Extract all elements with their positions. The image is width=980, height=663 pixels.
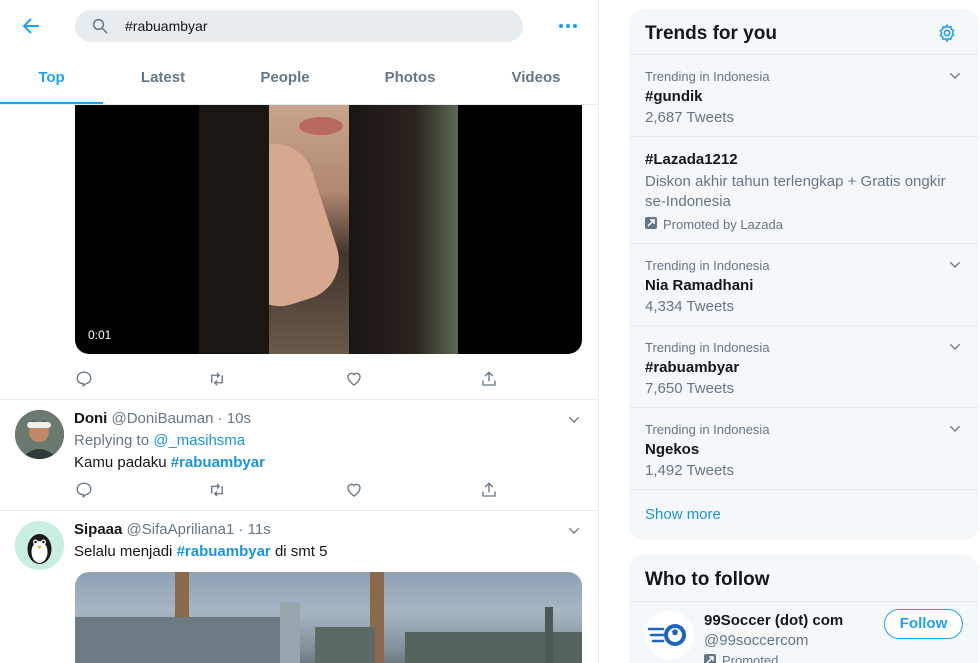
follow-divider — [629, 601, 979, 602]
chevron-down-icon[interactable] — [947, 68, 963, 84]
hashtag-link[interactable]: #rabuambyar — [171, 454, 265, 471]
show-more-link[interactable]: Show more — [645, 506, 721, 523]
tweet-divider — [0, 510, 598, 511]
author-name[interactable]: Sipaaa — [74, 521, 122, 538]
chevron-down-icon[interactable] — [566, 412, 582, 428]
like-icon[interactable] — [345, 370, 363, 388]
trend-item[interactable]: Trending in Indonesia #gundik 2,687 Twee… — [629, 54, 979, 136]
trend-topic: Ngekos — [645, 441, 700, 458]
retweet-icon[interactable] — [208, 481, 226, 499]
trend-count: 2,687 Tweets — [645, 109, 734, 126]
tweet-photo[interactable] — [75, 572, 582, 663]
reply-icon[interactable] — [75, 370, 93, 388]
back-arrow-icon[interactable] — [19, 14, 43, 38]
promoted-label: Promoted by Lazada — [663, 217, 783, 232]
video-hair-right — [349, 105, 458, 354]
trend-count: 1,492 Tweets — [645, 462, 734, 479]
share-icon[interactable] — [480, 481, 498, 499]
tweet-header: Doni @DoniBauman · 10s — [74, 410, 251, 427]
account-handle[interactable]: @99soccercom — [704, 632, 808, 649]
trend-context: Trending in Indonesia — [645, 422, 770, 437]
city-photo-image — [75, 572, 582, 663]
trend-description: Diskon akhir tahun terlengkap + Gratis o… — [645, 173, 946, 210]
trend-context: Trending in Indonesia — [645, 69, 770, 84]
reply-context: Replying to @_masihsma — [74, 432, 245, 449]
tab-videos[interactable]: Videos — [487, 52, 585, 104]
author-handle[interactable]: @SifaApriliana1 · 11s — [127, 521, 271, 538]
avatar-image — [15, 410, 64, 459]
avatar[interactable] — [15, 521, 64, 570]
chevron-down-icon[interactable] — [566, 523, 582, 539]
promoted-icon — [704, 654, 716, 663]
tweet-actions — [75, 370, 515, 392]
chevron-down-icon[interactable] — [947, 257, 963, 273]
avatar[interactable] — [15, 410, 64, 459]
promoted-icon — [645, 217, 657, 229]
promoted-label: Promoted — [722, 653, 779, 663]
tweet-text-body: Selalu menjadi — [74, 543, 177, 560]
promoted-trend-item[interactable]: #Lazada1212 Diskon akhir tahun terlengka… — [629, 136, 979, 243]
trend-count: 7,650 Tweets — [645, 380, 734, 397]
trend-context: Trending in Indonesia — [645, 258, 770, 273]
tweet-actions — [75, 481, 515, 503]
account-avatar[interactable] — [645, 611, 694, 660]
trends-divider — [629, 489, 979, 490]
tab-photos[interactable]: Photos — [361, 52, 459, 104]
tweet-text-tail: di smt 5 — [270, 543, 328, 560]
tweet-header: Sipaaa @SifaApriliana1 · 11s — [74, 521, 271, 538]
author-handle[interactable]: @DoniBauman · 10s — [112, 410, 251, 427]
tab-latest[interactable]: Latest — [114, 52, 212, 104]
search-input[interactable]: #rabuambyar — [125, 18, 208, 34]
tweet-text: Selalu menjadi #rabuambyar di smt 5 — [74, 543, 327, 560]
video-duration: 0:01 — [83, 326, 117, 344]
video-lips — [299, 117, 343, 135]
who-to-follow-panel: Who to follow 99Soccer (dot) com @99socc… — [629, 555, 979, 663]
reply-icon[interactable] — [75, 481, 93, 499]
gear-icon[interactable] — [937, 23, 957, 43]
video-player[interactable]: 0:01 — [75, 105, 582, 354]
like-icon[interactable] — [345, 481, 363, 499]
retweet-icon[interactable] — [208, 370, 226, 388]
search-header: #rabuambyar — [0, 0, 598, 52]
trends-title: Trends for you — [645, 23, 777, 44]
follow-button[interactable]: Follow — [884, 609, 963, 639]
trends-panel: Trends for you Trending in Indonesia #gu… — [629, 9, 979, 540]
hashtag-link[interactable]: #rabuambyar — [177, 543, 271, 560]
search-tabs: Top Latest People Photos Videos — [0, 52, 598, 104]
replying-to-link[interactable]: @_masihsma — [153, 432, 245, 449]
tab-people[interactable]: People — [236, 52, 334, 104]
trend-item[interactable]: Trending in Indonesia Nia Ramadhani 4,33… — [629, 243, 979, 325]
trend-topic: #rabuambyar — [645, 359, 740, 376]
soccer-logo-icon — [647, 624, 686, 646]
trend-item[interactable]: Trending in Indonesia Ngekos 1,492 Tweet… — [629, 407, 979, 489]
trend-topic: #gundik — [645, 88, 703, 105]
timeline-column: #rabuambyar Top Latest People Photos Vid… — [0, 0, 599, 663]
account-name[interactable]: 99Soccer (dot) com — [704, 612, 843, 629]
tab-top[interactable]: Top — [0, 52, 103, 104]
trend-count: 4,334 Tweets — [645, 298, 734, 315]
penguin-avatar-image — [15, 521, 64, 570]
replying-prefix: Replying to — [74, 432, 154, 449]
search-box[interactable]: #rabuambyar — [75, 10, 523, 42]
chevron-down-icon[interactable] — [947, 339, 963, 355]
video-frame — [199, 105, 458, 354]
tweet-text-body: Kamu padaku — [74, 454, 171, 471]
who-to-follow-title: Who to follow — [645, 569, 770, 590]
trend-topic: Nia Ramadhani — [645, 277, 754, 294]
author-name[interactable]: Doni — [74, 410, 107, 427]
share-icon[interactable] — [480, 370, 498, 388]
tweet-text: Kamu padaku #rabuambyar — [74, 454, 265, 471]
video-hair-left — [199, 105, 269, 354]
trend-context: Trending in Indonesia — [645, 340, 770, 355]
more-options-icon[interactable] — [556, 14, 580, 38]
search-icon — [92, 18, 108, 34]
tweet-divider — [0, 399, 598, 400]
trend-item[interactable]: Trending in Indonesia #rabuambyar 7,650 … — [629, 325, 979, 407]
trend-topic: #Lazada1212 — [645, 151, 738, 168]
chevron-down-icon[interactable] — [947, 421, 963, 437]
